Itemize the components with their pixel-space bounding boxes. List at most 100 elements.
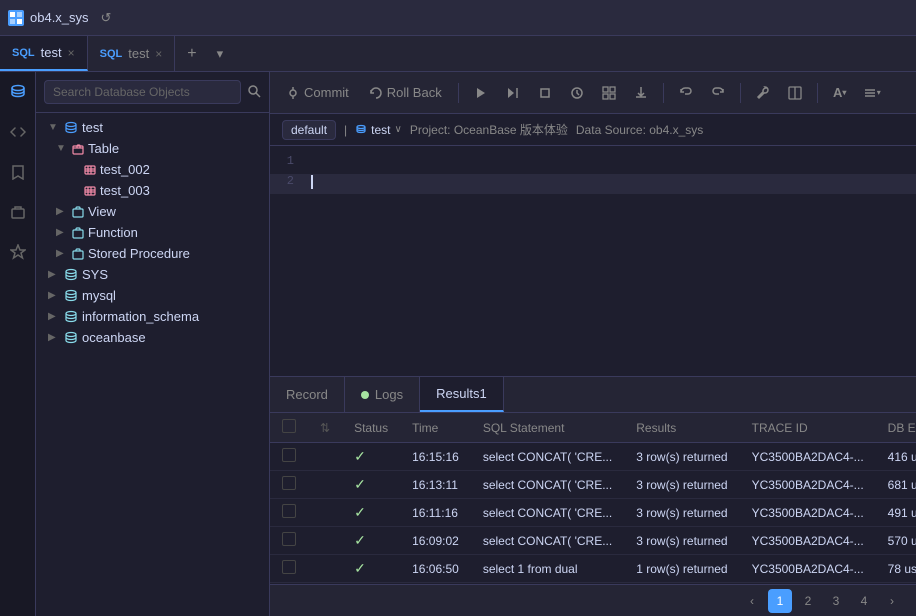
search-icon[interactable]: [247, 84, 261, 101]
line-number-1: 1: [270, 154, 306, 168]
status-icon-2: ✓: [354, 504, 366, 520]
row-checkbox-cell-0[interactable]: [270, 443, 308, 471]
sidebar-icon-database[interactable]: [6, 80, 30, 104]
page-button-4[interactable]: 4: [852, 589, 876, 613]
panel-button[interactable]: [781, 79, 809, 107]
tab-close-1[interactable]: ×: [68, 46, 75, 60]
sidebar-icon-star[interactable]: [6, 240, 30, 264]
row-results-4: 1 row(s) returned: [624, 555, 739, 583]
table-row: ✓ 16:06:50 select 1 from dual 1 row(s) r…: [270, 555, 916, 583]
commit-icon: [286, 86, 300, 100]
font-button[interactable]: A ▾: [826, 79, 854, 107]
session-schema[interactable]: test ∨: [355, 123, 402, 137]
toolbar-divider-2: [663, 83, 664, 103]
results-tab-logs[interactable]: Logs: [345, 377, 420, 412]
sidebar-icon-code[interactable]: [6, 120, 30, 144]
th-sql[interactable]: SQL Statement: [471, 413, 624, 443]
th-trace[interactable]: TRACE ID: [740, 413, 876, 443]
tab-close-2[interactable]: ×: [155, 47, 162, 61]
tree-label-function: Function: [88, 225, 138, 240]
tree-item-test[interactable]: ▼ test: [36, 117, 269, 138]
results-tab-results1[interactable]: Results1: [420, 377, 504, 412]
page-button-1[interactable]: 1: [768, 589, 792, 613]
line-content-2: [306, 174, 916, 189]
commit-button[interactable]: Commit: [278, 81, 357, 104]
row-checkbox-cell-4[interactable]: [270, 555, 308, 583]
row-results-1: 3 row(s) returned: [624, 471, 739, 499]
tree-item-mysql[interactable]: ▶ mysql: [36, 285, 269, 306]
wrench-button[interactable]: [749, 79, 777, 107]
row-dbex-0: 416 u: [876, 443, 916, 471]
tree-label-sys: SYS: [82, 267, 108, 282]
tree-icon-function: [72, 227, 84, 239]
tree-item-information-schema[interactable]: ▶ information_schema: [36, 306, 269, 327]
undo-button[interactable]: [672, 79, 700, 107]
results-tabs: Record Logs Results1: [270, 377, 916, 413]
prev-page-button[interactable]: ‹: [740, 589, 764, 613]
tree-icon-stored-procedure: [72, 248, 84, 260]
page-button-2[interactable]: 2: [796, 589, 820, 613]
tab-add-button[interactable]: +: [175, 45, 208, 63]
th-status[interactable]: Status: [342, 413, 400, 443]
download-button[interactable]: [627, 79, 655, 107]
refresh-icon[interactable]: ↺: [101, 10, 112, 26]
redo-button[interactable]: [704, 79, 732, 107]
stop-button[interactable]: [531, 79, 559, 107]
th-checkbox[interactable]: [270, 413, 308, 443]
row-status-2: ✓: [342, 499, 400, 527]
tree-label-oceanbase: oceanbase: [82, 330, 146, 345]
tree-item-function[interactable]: ▶ Function: [36, 222, 269, 243]
toolbar-divider-1: [458, 83, 459, 103]
tree-icon-oceanbase-db: [64, 331, 78, 345]
logs-dot: [361, 391, 369, 399]
row-checkbox-cell-2[interactable]: [270, 499, 308, 527]
line-number-2: 2: [270, 174, 306, 188]
tab-dropdown-button[interactable]: ▾: [209, 46, 232, 62]
th-time[interactable]: Time: [400, 413, 471, 443]
grid-button[interactable]: [595, 79, 623, 107]
row-status-0: ✓: [342, 443, 400, 471]
search-input[interactable]: [44, 80, 241, 104]
tree-item-stored-procedure[interactable]: ▶ Stored Procedure: [36, 243, 269, 264]
project-label: Project: OceanBase 版本体验: [410, 121, 568, 138]
tree-item-test003[interactable]: test_003: [36, 180, 269, 201]
th-results[interactable]: Results: [624, 413, 739, 443]
rollback-button[interactable]: Roll Back: [361, 81, 450, 104]
tree-item-test002[interactable]: test_002: [36, 159, 269, 180]
tab-sql-test-1[interactable]: SQL test ×: [0, 36, 88, 71]
tree-item-view[interactable]: ▶ View: [36, 201, 269, 222]
sidebar-icon-briefcase[interactable]: [6, 200, 30, 224]
tree-item-table[interactable]: ▼ Table: [36, 138, 269, 159]
row-checkbox-cell-3[interactable]: [270, 527, 308, 555]
db-title: ob4.x_sys: [30, 10, 89, 25]
run-icon: [474, 86, 488, 100]
menu-button[interactable]: ▾: [858, 79, 886, 107]
row-checkbox-cell-1[interactable]: [270, 471, 308, 499]
results-tab-record-label: Record: [286, 387, 328, 402]
tree-label-test002: test_002: [100, 162, 150, 177]
tree-item-sys[interactable]: ▶ SYS: [36, 264, 269, 285]
session-label[interactable]: default: [282, 120, 336, 140]
th-dbex[interactable]: DB Ex: [876, 413, 916, 443]
run-button[interactable]: [467, 79, 495, 107]
row-time-2: 16:11:16: [400, 499, 471, 527]
tree-item-oceanbase[interactable]: ▶ oceanbase: [36, 327, 269, 348]
th-sort[interactable]: ⇅: [308, 413, 342, 443]
row-time-4: 16:06:50: [400, 555, 471, 583]
page-button-3[interactable]: 3: [824, 589, 848, 613]
step-icon: [506, 86, 520, 100]
table-header-row: ⇅ Status Time SQL Statement Results TRAC…: [270, 413, 916, 443]
results-tab-record[interactable]: Record: [270, 377, 345, 412]
code-line-1: 1: [270, 154, 916, 174]
tree-icon-test-db: [64, 121, 78, 135]
history-button[interactable]: [563, 79, 591, 107]
row-num-3: [308, 527, 342, 555]
code-editor[interactable]: 1 2: [270, 146, 916, 376]
row-sql-4: select 1 from dual: [471, 555, 624, 583]
step-button[interactable]: [499, 79, 527, 107]
tab-sql-test-2[interactable]: SQL test ×: [88, 36, 176, 71]
sidebar-icon-bookmark[interactable]: [6, 160, 30, 184]
header-checkbox[interactable]: [282, 419, 296, 433]
next-page-button[interactable]: ›: [880, 589, 904, 613]
tree-arrow-sys: ▶: [48, 269, 60, 280]
